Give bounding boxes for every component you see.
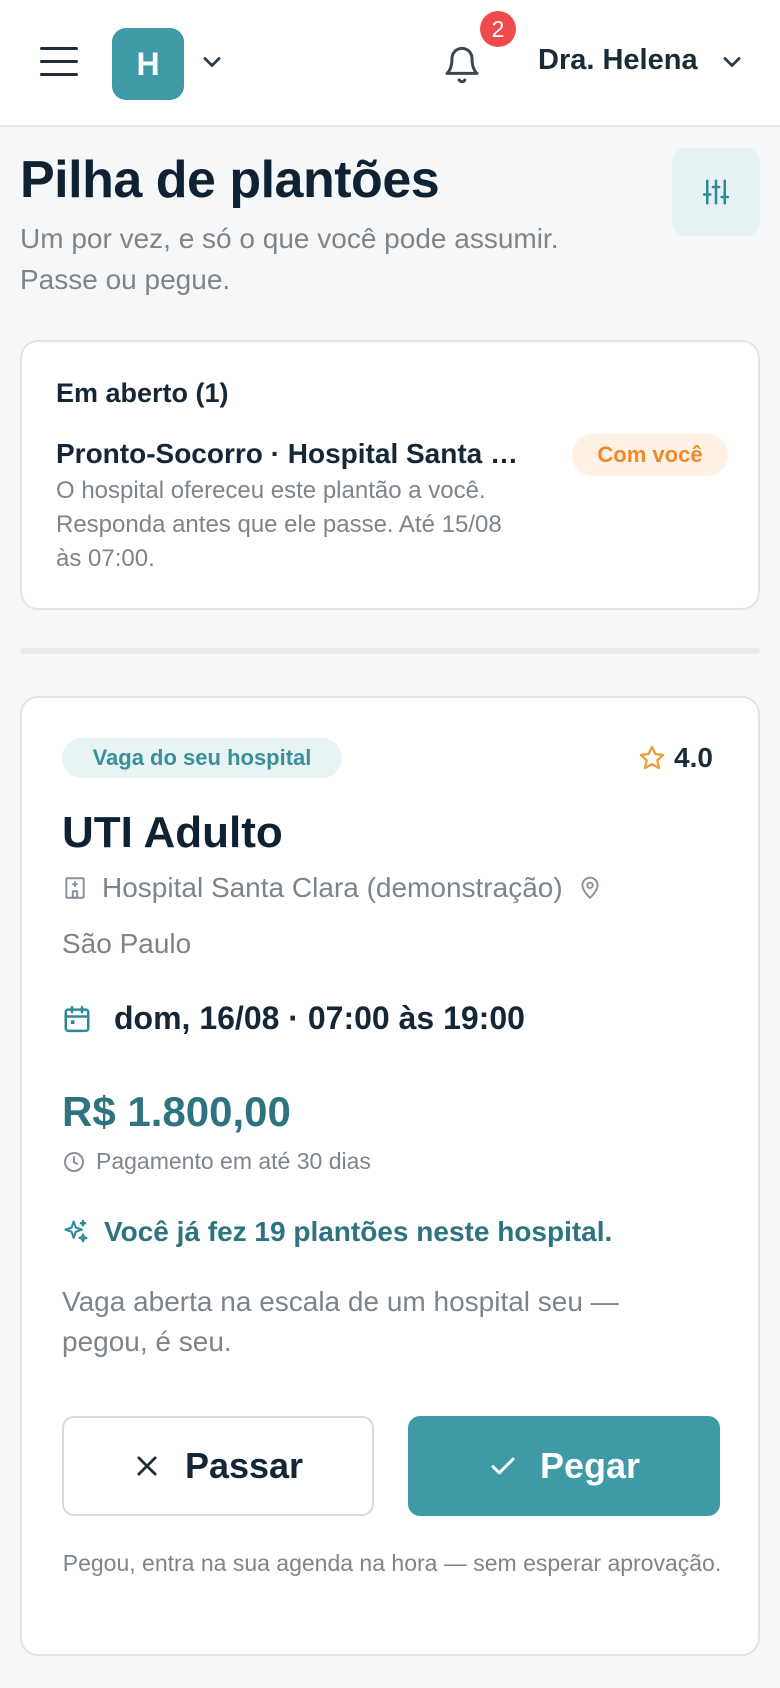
shift-card: Vaga do seu hospital 4.0 UTI Adulto Hosp… bbox=[20, 696, 760, 1656]
shift-note: Vaga aberta na escala de um hospital seu… bbox=[62, 1286, 619, 1357]
open-section-title: Em aberto (1) bbox=[56, 378, 229, 408]
history-row: Você já fez 19 plantões neste hospital. bbox=[62, 1216, 612, 1248]
shift-title: UTI Adulto bbox=[62, 808, 283, 857]
hospital-icon bbox=[65, 877, 85, 899]
shift-datetime: dom, 16/08 · 07:00 às 19:00 bbox=[114, 1000, 525, 1036]
org-avatar[interactable]: H bbox=[112, 28, 184, 100]
open-shifts-card: Em aberto (1) Pronto-Socorro · Hospital … bbox=[20, 340, 760, 610]
pass-button[interactable]: Passar bbox=[62, 1416, 374, 1516]
sparkles-icon bbox=[64, 1219, 88, 1243]
sliders-icon bbox=[702, 179, 730, 205]
filter-button[interactable] bbox=[672, 148, 760, 236]
user-name[interactable]: Dra. Helena bbox=[538, 44, 698, 77]
rating-value: 4.0 bbox=[674, 742, 713, 773]
clock-icon bbox=[64, 1151, 84, 1172]
close-icon bbox=[137, 1456, 157, 1476]
open-item-title[interactable]: Pronto-Socorro · Hospital Santa Clara (d… bbox=[56, 438, 536, 470]
star-icon bbox=[639, 745, 665, 770]
rating: 4.0 bbox=[638, 742, 713, 774]
top-bar: H 2 Dra. Helena bbox=[0, 0, 780, 127]
chevron-down-icon[interactable] bbox=[198, 48, 226, 76]
take-button-label: Pegar bbox=[539, 1445, 641, 1486]
take-button[interactable]: Pegar bbox=[408, 1416, 720, 1516]
date-row: dom, 16/08 · 07:00 às 19:00 bbox=[62, 1000, 525, 1037]
status-badge: Com você bbox=[572, 434, 728, 476]
page-subtitle: Um por vez, e só o que você pode assumir… bbox=[20, 223, 559, 295]
section-divider bbox=[20, 648, 760, 654]
payment-row: Pagamento em até 30 dias bbox=[62, 1148, 371, 1175]
calendar-icon bbox=[64, 1005, 90, 1032]
payment-terms: Pagamento em até 30 dias bbox=[96, 1148, 371, 1174]
hospital-row: Hospital Santa Clara (demonstração) bbox=[62, 872, 603, 904]
check-icon bbox=[491, 1457, 515, 1475]
history-text: Você já fez 19 plantões neste hospital. bbox=[104, 1216, 613, 1247]
open-item-description: O hospital ofereceu este plantão a você.… bbox=[56, 477, 502, 572]
footnote: Pegou, entra na sua agenda na hora — sem… bbox=[62, 1550, 722, 1576]
shift-price: R$ 1.800,00 bbox=[62, 1088, 291, 1135]
notification-badge: 2 bbox=[480, 11, 516, 47]
pass-button-label: Passar bbox=[184, 1445, 304, 1486]
hospital-tag-badge: Vaga do seu hospital bbox=[62, 738, 342, 778]
chevron-down-icon[interactable] bbox=[718, 48, 746, 76]
page-title: Pilha de plantões bbox=[20, 151, 440, 209]
city: São Paulo bbox=[62, 928, 192, 959]
menu-icon[interactable] bbox=[40, 46, 80, 76]
bell-icon[interactable] bbox=[442, 44, 482, 86]
hospital-name: Hospital Santa Clara (demonstração) bbox=[102, 872, 563, 903]
map-pin-icon bbox=[581, 876, 599, 900]
